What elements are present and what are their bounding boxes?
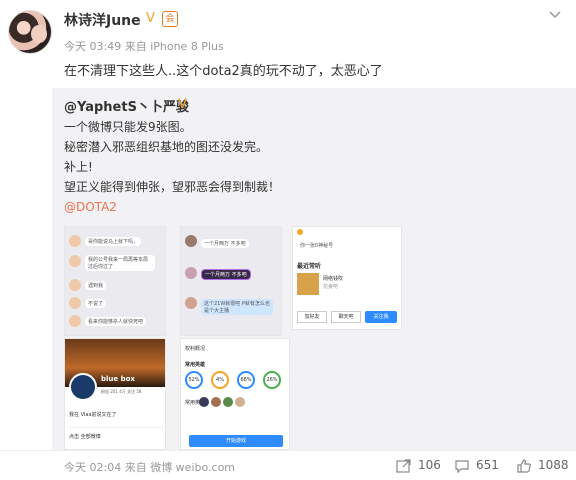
image-thumbnail-4[interactable]: blue box 粉丝:201 4万 关注 58 我在 Vlaa前说又在了 点击… — [64, 338, 166, 450]
comment-button[interactable]: 651 — [454, 457, 504, 475]
image-thumbnail-1[interactable]: 哥你能说马上就下吗， 我的公号我来一局再等本局过后你过了 遇到我 不说了 看来你… — [64, 226, 166, 336]
divider — [69, 427, 163, 428]
thumbs-up-icon — [517, 459, 531, 473]
chat-bubble: 看来你能够杀人就快死吧 — [85, 317, 147, 326]
chat-bubble: 一个月两万 不多吧 — [201, 239, 249, 248]
profile-text: 你一张0神秘号 — [297, 241, 337, 250]
stats-subtitle: 常用英雄 — [185, 362, 206, 368]
member-badge-icon[interactable]: 会 — [162, 11, 178, 27]
repost-line-2: 秘密潜入邪恶组织基地的图还没发完。 — [64, 140, 269, 154]
image-thumbnail-2[interactable]: 一个月两万 不多吧 一个月两万 不多吧 这个21W就很吧 P就有怎么也是个大主播 — [180, 226, 282, 336]
chat-button[interactable]: 聊天吧 — [331, 311, 361, 323]
repost-line-1: 一个微博只能发9张图。 — [64, 120, 192, 134]
post-meta: 今天 03:49 来自 iPhone 8 Plus — [64, 40, 224, 53]
profile-row: 我在 Vlaa前说又在了 — [69, 412, 117, 418]
chat-bubble: 不说了 — [85, 299, 107, 308]
repost-block: @YaphetS丶卜严骏 V 一个微博只能发9张图。 秘密潜入邪恶组织基地的图还… — [52, 88, 576, 450]
comment-icon — [455, 460, 469, 474]
dota2-link[interactable]: @DOTA2 — [64, 200, 117, 214]
image-thumbnail-5[interactable]: 权利概况 常用英雄 52% 4% 68% 26% 常用英雄 开始游戏 — [180, 338, 290, 450]
repost-line-3: 补上! — [64, 160, 93, 174]
image-thumbnail-3[interactable]: 你一张0神秘号 最近常听 网络钱吹 花姜吧 加好友 聊天吧 关注我 — [292, 226, 402, 330]
chevron-down-icon[interactable] — [548, 8, 562, 22]
chat-bubble: 遇到我 — [85, 281, 107, 290]
post-footer: 今天 02:04 来自 微博 weibo.com 106 651 1088 — [0, 450, 576, 480]
repost-author[interactable]: @YaphetS丶卜严骏 — [64, 96, 189, 115]
song-artist: 花姜吧 — [323, 284, 339, 290]
stat-ring: 26% — [263, 371, 281, 389]
repost-line-4: 望正义能得到伸张，望邪恶会得到制裁！ — [64, 180, 281, 194]
add-friend-button[interactable]: 加好友 — [297, 311, 327, 323]
stat-ring: 68% — [237, 371, 255, 389]
start-game-button[interactable]: 开始游戏 — [189, 435, 283, 447]
comment-count: 651 — [476, 458, 499, 472]
chat-bubble: 一个月两万 不多吧 — [201, 269, 251, 280]
stat-ring: 52% — [185, 371, 203, 389]
post-header: 林诗洋June V 会 今天 03:49 来自 iPhone 8 Plus 在不… — [0, 0, 576, 88]
avatar[interactable] — [8, 10, 52, 54]
stat-ring: 4% — [211, 371, 229, 389]
repost-count: 106 — [418, 458, 441, 472]
chat-bubble: 哥你能说马上就下吗， — [85, 237, 142, 246]
follow-button[interactable]: 关注我 — [365, 311, 397, 323]
repost-button[interactable]: 106 — [396, 457, 446, 475]
profile-name: blue box — [101, 375, 135, 383]
repost-meta: 今天 02:04 来自 微博 weibo.com — [64, 461, 236, 474]
section-title: 最近常听 — [297, 263, 322, 270]
stats-title: 权利概况 — [185, 346, 206, 352]
profile-row: 点击 全部微博 — [69, 434, 101, 440]
song-title: 网络钱吹 — [323, 276, 344, 282]
avatar — [69, 373, 97, 401]
username[interactable]: 林诗洋June — [64, 10, 141, 30]
verified-v-icon: V — [146, 11, 155, 26]
chat-bubble: 这个21W就很吧 P就有怎么也是个大主播 — [201, 299, 273, 315]
chat-bubble: 我的公号我来一局再等本局过后你过了 — [85, 255, 155, 271]
verified-v-icon: V — [178, 97, 187, 112]
share-icon — [396, 459, 411, 473]
profile-stats: 粉丝:201 4万 关注 58 — [101, 389, 142, 394]
like-count: 1088 — [538, 458, 569, 472]
like-button[interactable]: 1088 — [516, 457, 572, 475]
album-cover — [297, 273, 319, 295]
post-text: 在不清理下这些人..这个dota2真的玩不动了，太恶心了 — [64, 64, 383, 79]
